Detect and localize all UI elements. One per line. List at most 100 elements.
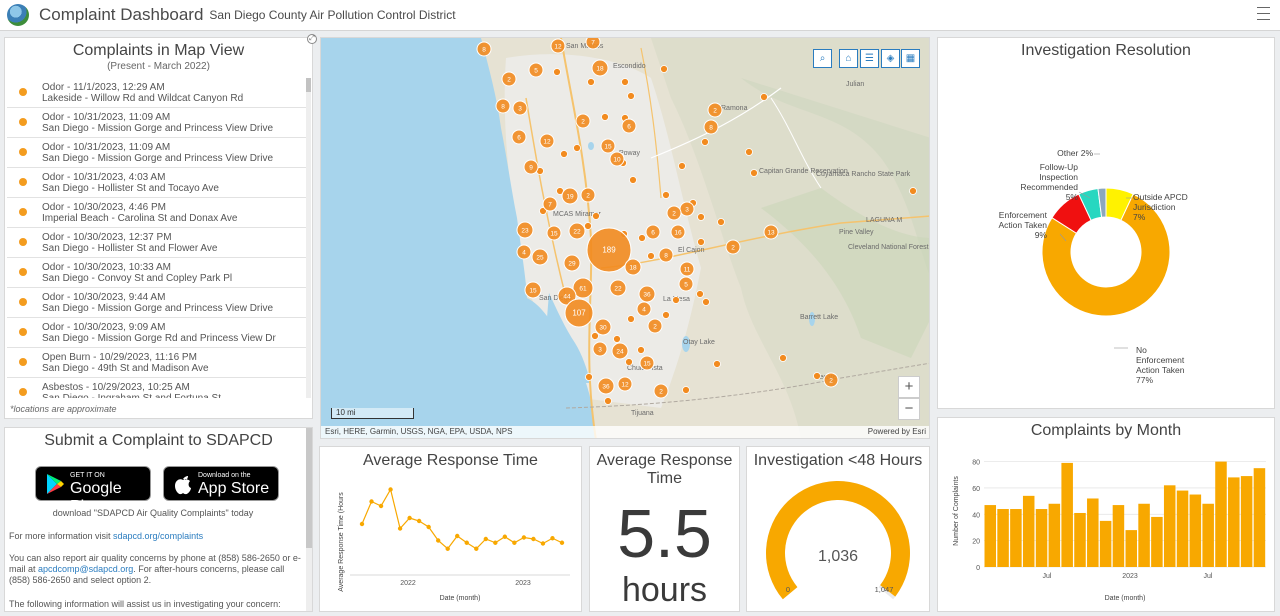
complaint-cluster[interactable]: 12 xyxy=(617,376,633,392)
complaint-point[interactable] xyxy=(745,148,753,156)
month-bar[interactable] xyxy=(1163,485,1176,567)
response-point[interactable] xyxy=(426,524,431,530)
complaint-list-item[interactable]: Odor - 10/31/2023, 4:03 AM San Diego - Ho… xyxy=(7,168,307,198)
complaint-point[interactable] xyxy=(592,212,600,220)
complaint-list-item[interactable]: Asbestos - 10/29/2023, 10:25 AMSan Diego… xyxy=(7,378,307,398)
month-bar[interactable] xyxy=(1061,462,1073,567)
complaint-cluster[interactable]: 36 xyxy=(638,285,656,303)
map-canvas[interactable]: San MarcosEscondidoRamonaJulianPowayCapi… xyxy=(321,38,930,439)
complaint-point[interactable] xyxy=(662,191,670,199)
complaint-point[interactable] xyxy=(779,354,787,362)
complaint-cluster[interactable]: 8 xyxy=(495,98,511,114)
complaint-list-item[interactable]: Odor - 10/30/2023, 9:44 AM San Diego - Mi… xyxy=(7,288,307,318)
month-bar[interactable] xyxy=(1138,503,1150,567)
complaint-cluster[interactable]: 7 xyxy=(585,38,601,50)
complaint-point[interactable] xyxy=(638,234,646,242)
map-basemap-button[interactable]: ▦ xyxy=(901,49,920,68)
complaint-list-item[interactable]: Odor - 10/30/2023, 10:33 AM San Diego - C… xyxy=(7,258,307,288)
complaint-cluster[interactable]: 6 xyxy=(645,224,661,240)
complaint-list-item[interactable]: Odor - 10/30/2023, 9:09 AM San Diego - Mi… xyxy=(7,318,307,348)
month-bar[interactable] xyxy=(1176,490,1189,567)
complaint-point[interactable] xyxy=(713,360,721,368)
month-bar[interactable] xyxy=(1048,503,1061,567)
month-bar[interactable] xyxy=(1125,530,1138,567)
response-point[interactable] xyxy=(464,540,469,545)
month-bar[interactable] xyxy=(1112,505,1125,567)
month-bar[interactable] xyxy=(1087,498,1099,567)
complaint-cluster[interactable]: 107 xyxy=(564,298,594,328)
month-bar[interactable] xyxy=(1253,468,1266,567)
complaint-cluster[interactable]: 4 xyxy=(636,301,652,317)
response-point[interactable] xyxy=(531,536,536,542)
complaint-point[interactable] xyxy=(604,397,612,405)
email-link[interactable]: apcdcomp@sdapcd.org xyxy=(38,564,133,574)
hamburger-menu-icon[interactable] xyxy=(1257,7,1270,20)
complaint-point[interactable] xyxy=(697,238,705,246)
response-point[interactable] xyxy=(512,540,517,545)
complaint-list-item[interactable]: Odor - 10/30/2023, 4:46 PM Imperial Beach… xyxy=(7,198,307,228)
complaint-point[interactable] xyxy=(647,252,655,260)
complaint-list-item[interactable]: Open Burn - 10/29/2023, 11:16 PM San Dieg… xyxy=(7,348,307,378)
map-layers-button[interactable]: ◈ xyxy=(881,49,900,68)
month-bar[interactable] xyxy=(1215,461,1227,567)
complaint-point[interactable] xyxy=(613,335,621,343)
complaint-cluster[interactable]: 2 xyxy=(501,71,517,87)
response-point[interactable] xyxy=(359,521,365,527)
response-point[interactable] xyxy=(493,540,498,545)
month-bar[interactable] xyxy=(1022,495,1035,567)
complaint-cluster[interactable]: 22 xyxy=(568,222,586,240)
complaint-point[interactable] xyxy=(697,213,705,221)
complaint-point[interactable] xyxy=(629,176,637,184)
complaint-cluster[interactable]: 13 xyxy=(763,224,779,240)
complaint-cluster[interactable]: 2 xyxy=(647,318,663,334)
complaint-point[interactable] xyxy=(587,78,595,86)
google-play-button[interactable]: GET IT ON Google Play xyxy=(35,466,151,515)
complaint-cluster[interactable]: 15 xyxy=(546,225,562,241)
month-bar[interactable] xyxy=(997,509,1009,567)
complaint-cluster[interactable]: 3 xyxy=(512,100,528,116)
month-bar[interactable] xyxy=(1151,516,1163,567)
complaint-cluster[interactable]: 24 xyxy=(611,342,629,360)
complaint-cluster[interactable]: 18 xyxy=(591,59,609,77)
map-legend-button[interactable]: ☰ xyxy=(860,49,879,68)
complaint-point[interactable] xyxy=(696,290,704,298)
complaint-cluster[interactable]: 7 xyxy=(542,196,558,212)
month-bar[interactable] xyxy=(1228,477,1240,567)
complaint-list-item[interactable]: Odor - 10/31/2023, 11:09 AM San Diego - M… xyxy=(7,108,307,138)
response-point[interactable] xyxy=(445,546,450,551)
response-point[interactable] xyxy=(435,538,441,543)
complaint-cluster[interactable]: 2 xyxy=(823,372,839,388)
complaint-cluster[interactable]: 2 xyxy=(666,205,682,221)
complaint-cluster[interactable]: 5 xyxy=(528,62,544,78)
complaint-cluster[interactable]: 10 xyxy=(609,151,625,167)
app-store-button[interactable]: Download on the App Store xyxy=(163,466,279,501)
month-bar[interactable] xyxy=(1010,509,1022,567)
complaint-list-item[interactable]: Odor - 10/30/2023, 12:37 PM San Diego - H… xyxy=(7,228,307,258)
response-point[interactable] xyxy=(521,535,527,540)
complaint-cluster[interactable]: 30 xyxy=(594,318,612,336)
response-point[interactable] xyxy=(559,540,565,545)
complaint-cluster[interactable]: 12 xyxy=(539,133,555,149)
complaint-list-item[interactable]: Odor - 11/1/2023, 12:29 AM Lakeside - Wil… xyxy=(7,78,307,108)
complaint-cluster[interactable]: 2 xyxy=(580,187,596,203)
month-bar[interactable] xyxy=(1074,512,1086,567)
complaint-point[interactable] xyxy=(627,92,635,100)
complaint-point[interactable] xyxy=(627,315,635,323)
complaint-cluster[interactable]: 8 xyxy=(476,41,492,57)
complaint-point[interactable] xyxy=(591,332,599,340)
month-bar[interactable] xyxy=(1202,503,1214,567)
complaint-point[interactable] xyxy=(702,298,710,306)
complaint-cluster[interactable]: 23 xyxy=(516,221,534,239)
complaint-point[interactable] xyxy=(813,372,821,380)
complaint-point[interactable] xyxy=(660,65,668,73)
month-bar[interactable] xyxy=(1099,520,1112,567)
complaint-point[interactable] xyxy=(637,346,645,354)
complaint-point[interactable] xyxy=(573,144,581,152)
complaint-point[interactable] xyxy=(760,93,768,101)
map-home-button[interactable]: ⌂ xyxy=(839,49,858,68)
response-point[interactable] xyxy=(483,536,489,542)
month-bar[interactable] xyxy=(1189,494,1202,567)
response-point[interactable] xyxy=(474,546,479,551)
complaint-point[interactable] xyxy=(553,68,561,76)
month-bar[interactable] xyxy=(1240,476,1253,567)
